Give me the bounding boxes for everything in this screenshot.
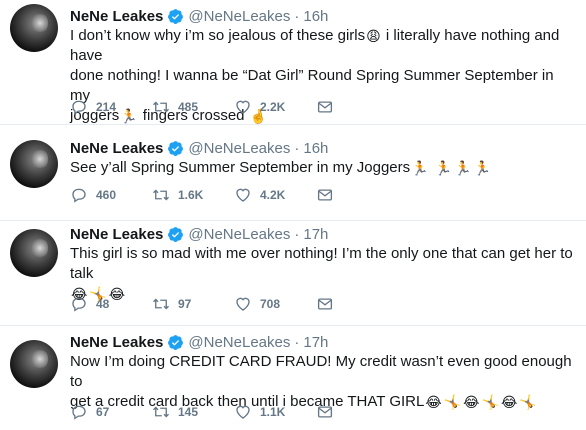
runner-emoji-icon: 🏃 [473,160,492,176]
envelope-icon [317,298,333,310]
tweet-actions: 214 485 2.2K [70,98,334,116]
reply-icon [72,100,86,115]
reply-count: 67 [96,405,110,419]
tweet-header: NeNe Leakes @NeNeLeakes · 16h [70,6,328,26]
verified-badge-icon [167,140,184,157]
retweet-button[interactable]: 97 [152,295,234,313]
separator-dot: · [294,139,300,157]
retweet-icon [153,189,169,201]
timestamp[interactable]: 17h [303,226,328,243]
reply-button[interactable]: 214 [70,98,152,116]
reply-button[interactable]: 48 [70,295,152,313]
heart-icon [236,405,250,419]
tweet[interactable]: NeNe Leakes @NeNeLeakes · 16h See y’all … [0,125,586,221]
dm-button[interactable] [316,295,334,313]
timestamp[interactable]: 16h [303,8,328,25]
tweet-actions: 67 145 1.1K [70,403,334,421]
author-name[interactable]: NeNe Leakes [70,334,163,351]
runner-emoji-icon: 🏃 [454,160,472,176]
retweet-icon [153,406,169,418]
like-count: 708 [260,297,281,311]
avatar[interactable] [10,4,58,52]
retweet-count: 97 [178,297,192,311]
tweet-text-line: I don’t know why i’m so jealous of these… [70,27,366,44]
tweet-header: NeNe Leakes @NeNeLeakes · 17h [70,332,328,352]
like-button[interactable]: 2.2K [234,98,316,116]
laughing-emoji-icon: 😂 [463,394,480,410]
heart-icon [236,100,250,114]
author-handle[interactable]: @NeNeLeakes [188,226,290,243]
verified-badge-icon [167,334,184,351]
dm-button[interactable] [316,186,334,204]
reply-count: 214 [96,100,117,114]
like-count: 4.2K [260,188,286,202]
tweet-text-line: See y’all Spring Summer September in my … [70,159,411,176]
author-name[interactable]: NeNe Leakes [70,8,163,25]
retweet-button[interactable]: 1.6K [152,186,234,204]
author-handle[interactable]: @NeNeLeakes [188,334,290,351]
timestamp[interactable]: 16h [303,140,328,157]
reply-count: 48 [96,297,110,311]
runner-emoji-icon: 🏃 [434,160,453,176]
tweet-text-line: Now I’m doing CREDIT CARD FRAUD! My cred… [70,353,572,390]
separator-dot: · [294,225,300,243]
reply-icon [72,405,86,420]
retweet-icon [153,298,169,310]
retweet-count: 1.6K [178,188,204,202]
like-count: 1.1K [260,405,286,419]
tweet-header: NeNe Leakes @NeNeLeakes · 16h [70,138,328,158]
grimacing-emoji-icon: 😩 [366,28,381,44]
like-button[interactable]: 708 [234,295,316,313]
envelope-icon [317,101,333,113]
avatar[interactable] [10,140,58,188]
avatar[interactable] [10,340,58,388]
avatar[interactable] [10,229,58,277]
retweet-count: 485 [178,100,199,114]
dm-button[interactable] [316,403,334,421]
retweet-button[interactable]: 485 [152,98,234,116]
tweet-feed: NeNe Leakes @NeNeLeakes · 16h I don’t kn… [0,0,586,430]
cartwheel-emoji-icon: 🤸 [519,394,537,410]
tweet-actions: 460 1.6K 4.2K [70,186,334,204]
envelope-icon [317,406,333,418]
separator-dot: · [294,7,300,25]
reply-button[interactable]: 460 [70,186,152,204]
author-handle[interactable]: @NeNeLeakes [188,140,290,157]
cartwheel-emoji-icon: 🤸 [443,394,462,410]
retweet-icon [153,101,169,113]
like-count: 2.2K [260,100,286,114]
like-button[interactable]: 4.2K [234,186,316,204]
verified-badge-icon [167,226,184,243]
laughing-emoji-icon: 😂 [500,394,518,410]
separator-dot: · [294,333,300,351]
reply-icon [72,297,86,312]
runner-emoji-icon: 🏃 [411,160,429,176]
tweet-text: See y’all Spring Summer September in my … [70,158,575,178]
reply-count: 460 [96,188,117,202]
envelope-icon [317,189,333,201]
author-name[interactable]: NeNe Leakes [70,140,163,157]
laughing-emoji-icon: 😂 [425,394,442,410]
verified-badge-icon [167,8,184,25]
heart-icon [236,297,250,311]
tweet-header: NeNe Leakes @NeNeLeakes · 17h [70,224,328,244]
author-name[interactable]: NeNe Leakes [70,226,163,243]
cartwheel-emoji-icon: 🤸 [481,394,499,410]
retweet-button[interactable]: 145 [152,403,234,421]
heart-icon [236,188,250,202]
dm-button[interactable] [316,98,334,116]
tweet[interactable]: NeNe Leakes @NeNeLeakes · 16h I don’t kn… [0,0,586,125]
reply-icon [72,188,86,203]
reply-button[interactable]: 67 [70,403,152,421]
tweet-text-line: This girl is so mad with me over nothing… [70,245,573,282]
timestamp[interactable]: 17h [303,334,328,351]
like-button[interactable]: 1.1K [234,403,316,421]
tweet[interactable]: NeNe Leakes @NeNeLeakes · 17h This girl … [0,221,586,326]
tweet[interactable]: NeNe Leakes @NeNeLeakes · 17h Now I’m do… [0,326,586,430]
author-handle[interactable]: @NeNeLeakes [188,8,290,25]
retweet-count: 145 [178,405,199,419]
tweet-actions: 48 97 708 [70,295,334,313]
